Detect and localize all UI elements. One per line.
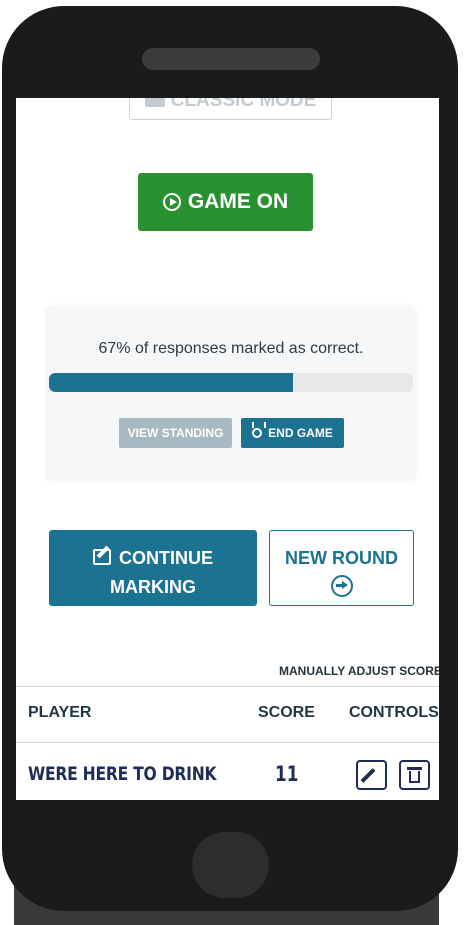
view-standing-button[interactable]: VIEW STANDING — [119, 418, 232, 448]
classic-mode-button[interactable]: CLASSIC MODE — [129, 98, 332, 120]
new-round-label: NEW ROUND — [285, 547, 398, 568]
player-score: 11 — [275, 762, 299, 786]
pencil-icon — [360, 768, 376, 783]
manually-adjust-scores-link[interactable]: MANUALLY ADJUST SCORES — [279, 664, 439, 678]
layers-icon — [144, 98, 165, 107]
end-game-label: END GAME — [268, 426, 333, 440]
column-header-score: SCORE — [258, 704, 315, 721]
column-header-player: PLAYER — [28, 704, 92, 721]
medal-icon — [252, 428, 263, 438]
game-on-button[interactable]: GAME ON — [138, 173, 313, 231]
edit-score-button[interactable] — [356, 760, 387, 790]
column-header-controls: CONTROLS — [349, 704, 439, 721]
marking-progress-message: 67% of responses marked as correct. — [98, 340, 364, 357]
continue-label-line1: CONTINUE — [119, 547, 213, 568]
marking-progress-fill — [49, 373, 293, 392]
continue-marking-button[interactable]: CONTINUE MARKING — [49, 530, 257, 606]
play-circle-icon — [162, 193, 181, 211]
delete-player-button[interactable] — [399, 760, 430, 790]
home-button[interactable] — [192, 832, 269, 898]
phone-speaker — [142, 48, 320, 70]
table-header-divider — [16, 742, 439, 743]
marking-status-card: 67% of responses marked as correct. VIEW… — [47, 306, 415, 479]
trash-icon — [407, 767, 422, 770]
end-game-button[interactable]: END GAME — [241, 418, 344, 448]
app-screen: CLASSIC MODE GAME ON 67% of responses ma… — [16, 98, 439, 800]
game-on-label: GAME ON — [187, 190, 289, 213]
classic-mode-label: CLASSIC MODE — [170, 98, 317, 111]
new-round-button[interactable]: NEW ROUND — [269, 530, 414, 606]
edit-icon — [93, 548, 111, 565]
table-top-divider — [16, 686, 439, 687]
marking-progress-bar — [49, 373, 413, 392]
player-name: WERE HERE TO DRINK — [28, 763, 217, 785]
arrow-right-circle-icon — [330, 574, 353, 597]
trash-icon-body — [409, 771, 420, 783]
continue-label-line2: MARKING — [110, 576, 196, 597]
